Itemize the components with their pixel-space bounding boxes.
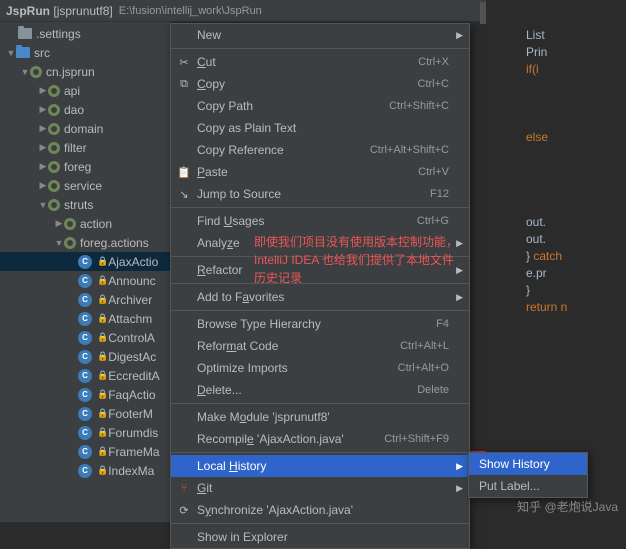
tree-package[interactable]: foreg — [0, 157, 170, 176]
lock-icon: 🔒 — [97, 313, 108, 324]
java-class-icon: C — [78, 464, 92, 478]
menu-git[interactable]: ⑂Git▶ — [171, 477, 469, 499]
java-class-icon: C — [78, 350, 92, 364]
tree-package[interactable]: domain — [0, 119, 170, 138]
lock-icon: 🔒 — [97, 256, 108, 267]
tree-file[interactable]: C🔒Announc — [0, 271, 170, 290]
menu-copy[interactable]: ⧉CopyCtrl+C — [171, 73, 469, 95]
submenu-show-history[interactable]: Show History — [469, 453, 587, 475]
tree-file[interactable]: C🔒IndexMa — [0, 461, 170, 480]
java-class-icon: C — [78, 369, 92, 383]
menu-analyze[interactable]: Analyze▶ — [171, 232, 469, 254]
module-name: [jsprunutf8] — [53, 4, 112, 18]
menu-local-history[interactable]: Local History▶ — [171, 455, 469, 477]
package-icon — [48, 199, 60, 211]
menu-recompile[interactable]: Recompile 'AjaxAction.java'Ctrl+Shift+F9 — [171, 428, 469, 450]
tree-file[interactable]: C🔒DigestAc — [0, 347, 170, 366]
tree-file[interactable]: C🔒ControlA — [0, 328, 170, 347]
menu-make-module[interactable]: Make Module 'jsprunutf8' — [171, 406, 469, 428]
menu-copy-ref[interactable]: Copy ReferenceCtrl+Alt+Shift+C — [171, 139, 469, 161]
lock-icon: 🔒 — [97, 351, 108, 362]
menu-refactor[interactable]: Refactor▶ — [171, 259, 469, 281]
java-class-icon: C — [78, 407, 92, 421]
lock-icon: 🔒 — [97, 465, 108, 476]
menu-reformat[interactable]: Reformat CodeCtrl+Alt+L — [171, 335, 469, 357]
menu-delete[interactable]: Delete...Delete — [171, 379, 469, 401]
tree-package[interactable]: foreg.actions — [0, 233, 170, 252]
tree-folder[interactable]: src — [0, 43, 170, 62]
lock-icon: 🔒 — [97, 332, 108, 343]
lock-icon: 🔒 — [97, 389, 108, 400]
package-icon — [64, 218, 76, 230]
tree-file[interactable]: C🔒EccreditA — [0, 366, 170, 385]
folder-icon — [18, 28, 32, 39]
package-icon — [48, 123, 60, 135]
package-icon — [64, 237, 76, 249]
code-editor[interactable]: List Prin if(i else out. out. } catch e.… — [486, 0, 626, 523]
copy-icon: ⧉ — [177, 77, 191, 91]
tree-file[interactable]: C🔒FrameMa — [0, 442, 170, 461]
lock-icon: 🔒 — [97, 446, 108, 457]
java-class-icon: C — [78, 388, 92, 402]
java-class-icon: C — [78, 293, 92, 307]
package-icon — [48, 142, 60, 154]
menu-paste[interactable]: 📋PasteCtrl+V — [171, 161, 469, 183]
tree-folder[interactable]: .settings — [0, 24, 170, 43]
local-history-submenu: Show History Put Label... — [468, 452, 588, 498]
context-menu: New▶ ✂CutCtrl+X ⧉CopyCtrl+C Copy PathCtr… — [170, 23, 470, 549]
lock-icon: 🔒 — [97, 427, 108, 438]
git-icon: ⑂ — [177, 481, 191, 495]
tree-package[interactable]: cn.jsprun — [0, 62, 170, 81]
submenu-put-label[interactable]: Put Label... — [469, 475, 587, 497]
tree-package[interactable]: api — [0, 81, 170, 100]
menu-show-explorer[interactable]: Show in Explorer — [171, 526, 469, 548]
tree-package[interactable]: action — [0, 214, 170, 233]
jump-icon: ↘ — [177, 187, 191, 201]
package-icon — [48, 180, 60, 192]
tree-package[interactable]: filter — [0, 138, 170, 157]
tree-file[interactable]: C🔒FooterM — [0, 404, 170, 423]
package-icon — [48, 104, 60, 116]
tree-file[interactable]: C🔒Forumdis — [0, 423, 170, 442]
java-class-icon: C — [78, 255, 92, 269]
tree-package[interactable]: service — [0, 176, 170, 195]
menu-copy-path[interactable]: Copy PathCtrl+Shift+C — [171, 95, 469, 117]
menu-find-usages[interactable]: Find UsagesCtrl+G — [171, 210, 469, 232]
menu-new[interactable]: New▶ — [171, 24, 469, 46]
tree-package[interactable]: struts — [0, 195, 170, 214]
menu-jump[interactable]: ↘Jump to SourceF12 — [171, 183, 469, 205]
sync-icon: ⟳ — [177, 503, 191, 517]
lock-icon: 🔒 — [97, 294, 108, 305]
package-icon — [48, 161, 60, 173]
menu-cut[interactable]: ✂CutCtrl+X — [171, 51, 469, 73]
paste-icon: 📋 — [177, 165, 191, 179]
java-class-icon: C — [78, 426, 92, 440]
tree-file[interactable]: C🔒Archiver — [0, 290, 170, 309]
menu-synchronize[interactable]: ⟳Synchronize 'AjaxAction.java' — [171, 499, 469, 521]
project-tree[interactable]: .settings src cn.jsprun apidaodomainfilt… — [0, 22, 170, 522]
folder-icon — [16, 47, 30, 58]
menu-browse-hierarchy[interactable]: Browse Type HierarchyF4 — [171, 313, 469, 335]
menu-copy-plain[interactable]: Copy as Plain Text — [171, 117, 469, 139]
tree-file[interactable]: C🔒Attachm — [0, 309, 170, 328]
menu-add-favorites[interactable]: Add to Favorites▶ — [171, 286, 469, 308]
project-name: JspRun — [6, 4, 50, 18]
tree-package[interactable]: dao — [0, 100, 170, 119]
menu-optimize[interactable]: Optimize ImportsCtrl+Alt+O — [171, 357, 469, 379]
java-class-icon: C — [78, 445, 92, 459]
lock-icon: 🔒 — [97, 370, 108, 381]
package-icon — [48, 85, 60, 97]
lock-icon: 🔒 — [97, 275, 108, 286]
java-class-icon: C — [78, 331, 92, 345]
tree-file[interactable]: C🔒FaqActio — [0, 385, 170, 404]
java-class-icon: C — [78, 274, 92, 288]
package-icon — [30, 66, 42, 78]
java-class-icon: C — [78, 312, 92, 326]
tree-file[interactable]: C🔒AjaxActio — [0, 252, 170, 271]
project-path: E:\fusion\intellij_work\JspRun — [119, 5, 262, 17]
scissors-icon: ✂ — [177, 55, 191, 69]
lock-icon: 🔒 — [97, 408, 108, 419]
watermark: 知乎 @老炮说Java — [517, 498, 618, 515]
